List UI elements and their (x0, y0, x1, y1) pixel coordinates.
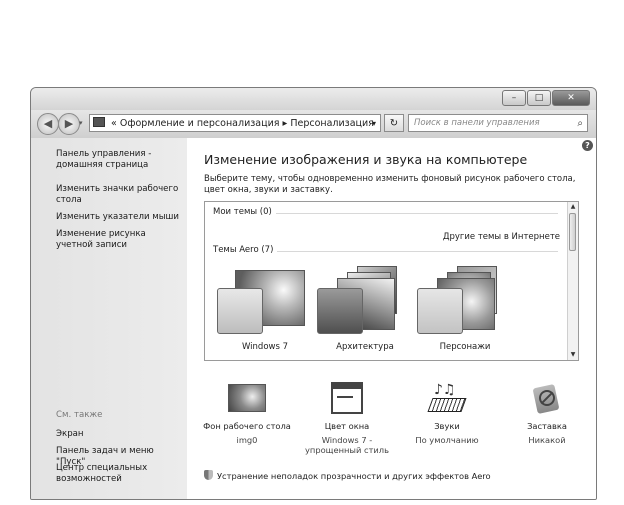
theme-name: Архитектура (336, 342, 394, 352)
help-icon[interactable]: ? (582, 140, 593, 151)
theme-color-swatch (317, 288, 363, 334)
sidebar-link-mouse-pointers[interactable]: Изменить указатели мыши (56, 212, 184, 223)
breadcrumb-overflow[interactable]: « (111, 118, 117, 129)
address-dropdown-icon[interactable]: ▾ (372, 115, 376, 131)
sounds-setting[interactable]: ♪♫ Звуки По умолчанию (401, 382, 493, 445)
desktop-background-setting[interactable]: Фон рабочего стола img0 (201, 382, 293, 445)
page-description: Выберите тему, чтобы одновременно измени… (204, 174, 576, 195)
setting-value: По умолчанию (415, 435, 479, 445)
sidebar-link-ease-of-access[interactable]: Центр специальных возможностей (56, 463, 184, 485)
sidebar-link-desktop-icons[interactable]: Изменить значки рабочего стола (56, 184, 184, 206)
sidebar-link-display[interactable]: Экран (56, 429, 184, 440)
setting-label[interactable]: Фон рабочего стола (201, 421, 293, 431)
scroll-thumb[interactable] (569, 213, 576, 251)
theme-color-swatch (217, 288, 263, 334)
setting-value: Никакой (528, 435, 566, 445)
sidebar: Панель управления - домашняя страница Из… (31, 138, 187, 499)
personalization-window: – □ ✕ ◀ ▶ ▾ « Оформление и персонализаци… (30, 87, 597, 500)
close-button[interactable]: ✕ (552, 90, 590, 106)
maximize-button[interactable]: □ (527, 90, 551, 106)
search-icon[interactable]: ⌕ (577, 116, 583, 132)
theme-windows7[interactable]: Windows 7 (217, 266, 313, 360)
desktop-background-icon (226, 382, 268, 416)
window-color-icon (326, 382, 368, 416)
sounds-icon: ♪♫ (426, 382, 468, 416)
search-input[interactable]: Поиск в панели управления ⌕ (408, 114, 588, 132)
theme-list: Мои темы (0) Другие темы в Интернете Тем… (204, 201, 579, 361)
sidebar-link-home[interactable]: Панель управления - домашняя страница (56, 149, 184, 171)
troubleshoot-label[interactable]: Устранение неполадок прозрачности и друг… (217, 471, 491, 481)
theme-settings: Фон рабочего стола img0 Цвет окна Window… (201, 382, 593, 472)
sidebar-link-account-picture[interactable]: Изменение рисунка учетной записи (56, 229, 184, 251)
main-content: ? Изменение изображения и звука на компь… (187, 138, 596, 499)
setting-label[interactable]: Звуки (401, 421, 493, 431)
aero-troubleshoot-link[interactable]: Устранение неполадок прозрачности и друг… (204, 470, 491, 481)
aero-themes-group: Темы Aero (7) (213, 245, 278, 255)
breadcrumb-personalization[interactable]: Персонализация (290, 118, 374, 129)
scroll-up-icon[interactable]: ▲ (568, 202, 578, 212)
theme-list-scrollbar[interactable]: ▲ ▼ (567, 202, 578, 360)
breadcrumb-separator[interactable]: ▸ (283, 118, 288, 129)
screensaver-icon (526, 382, 568, 416)
setting-value: Windows 7 - упрощенный стиль (304, 435, 389, 455)
screensaver-setting[interactable]: Заставка Никакой (501, 382, 593, 445)
recent-pages-dropdown-icon[interactable]: ▾ (79, 119, 83, 127)
theme-characters[interactable]: Персонажи (417, 266, 513, 360)
forward-button[interactable]: ▶ (58, 113, 80, 135)
theme-name: Windows 7 (241, 342, 289, 352)
search-placeholder: Поиск в панели управления (414, 118, 540, 128)
my-themes-group: Мои темы (0) (213, 207, 276, 217)
shield-icon (204, 470, 213, 480)
theme-color-swatch (417, 288, 463, 334)
setting-label[interactable]: Заставка (501, 421, 593, 431)
scroll-down-icon[interactable]: ▼ (568, 350, 578, 360)
window-color-setting[interactable]: Цвет окна Windows 7 - упрощенный стиль (301, 382, 393, 455)
see-also-heading: См. также (56, 410, 103, 420)
window-controls: – □ ✕ (501, 90, 590, 106)
setting-label[interactable]: Цвет окна (301, 421, 393, 431)
theme-architecture[interactable]: Архитектура (317, 266, 413, 360)
back-button[interactable]: ◀ (37, 113, 59, 135)
address-bar[interactable]: « Оформление и персонализация ▸ Персонал… (89, 114, 381, 132)
theme-name: Персонажи (439, 342, 491, 352)
online-themes-link[interactable]: Другие темы в Интернете (443, 232, 560, 242)
minimize-button[interactable]: – (502, 90, 526, 106)
navigation-bar: ◀ ▶ ▾ « Оформление и персонализация ▸ Пе… (31, 110, 596, 138)
setting-value: img0 (236, 435, 258, 445)
control-panel-icon (93, 117, 105, 127)
refresh-button[interactable]: ↻ (384, 114, 404, 132)
breadcrumb-appearance[interactable]: Оформление и персонализация (120, 118, 280, 129)
page-title: Изменение изображения и звука на компьют… (204, 152, 528, 167)
title-bar[interactable]: – □ ✕ (31, 88, 596, 110)
